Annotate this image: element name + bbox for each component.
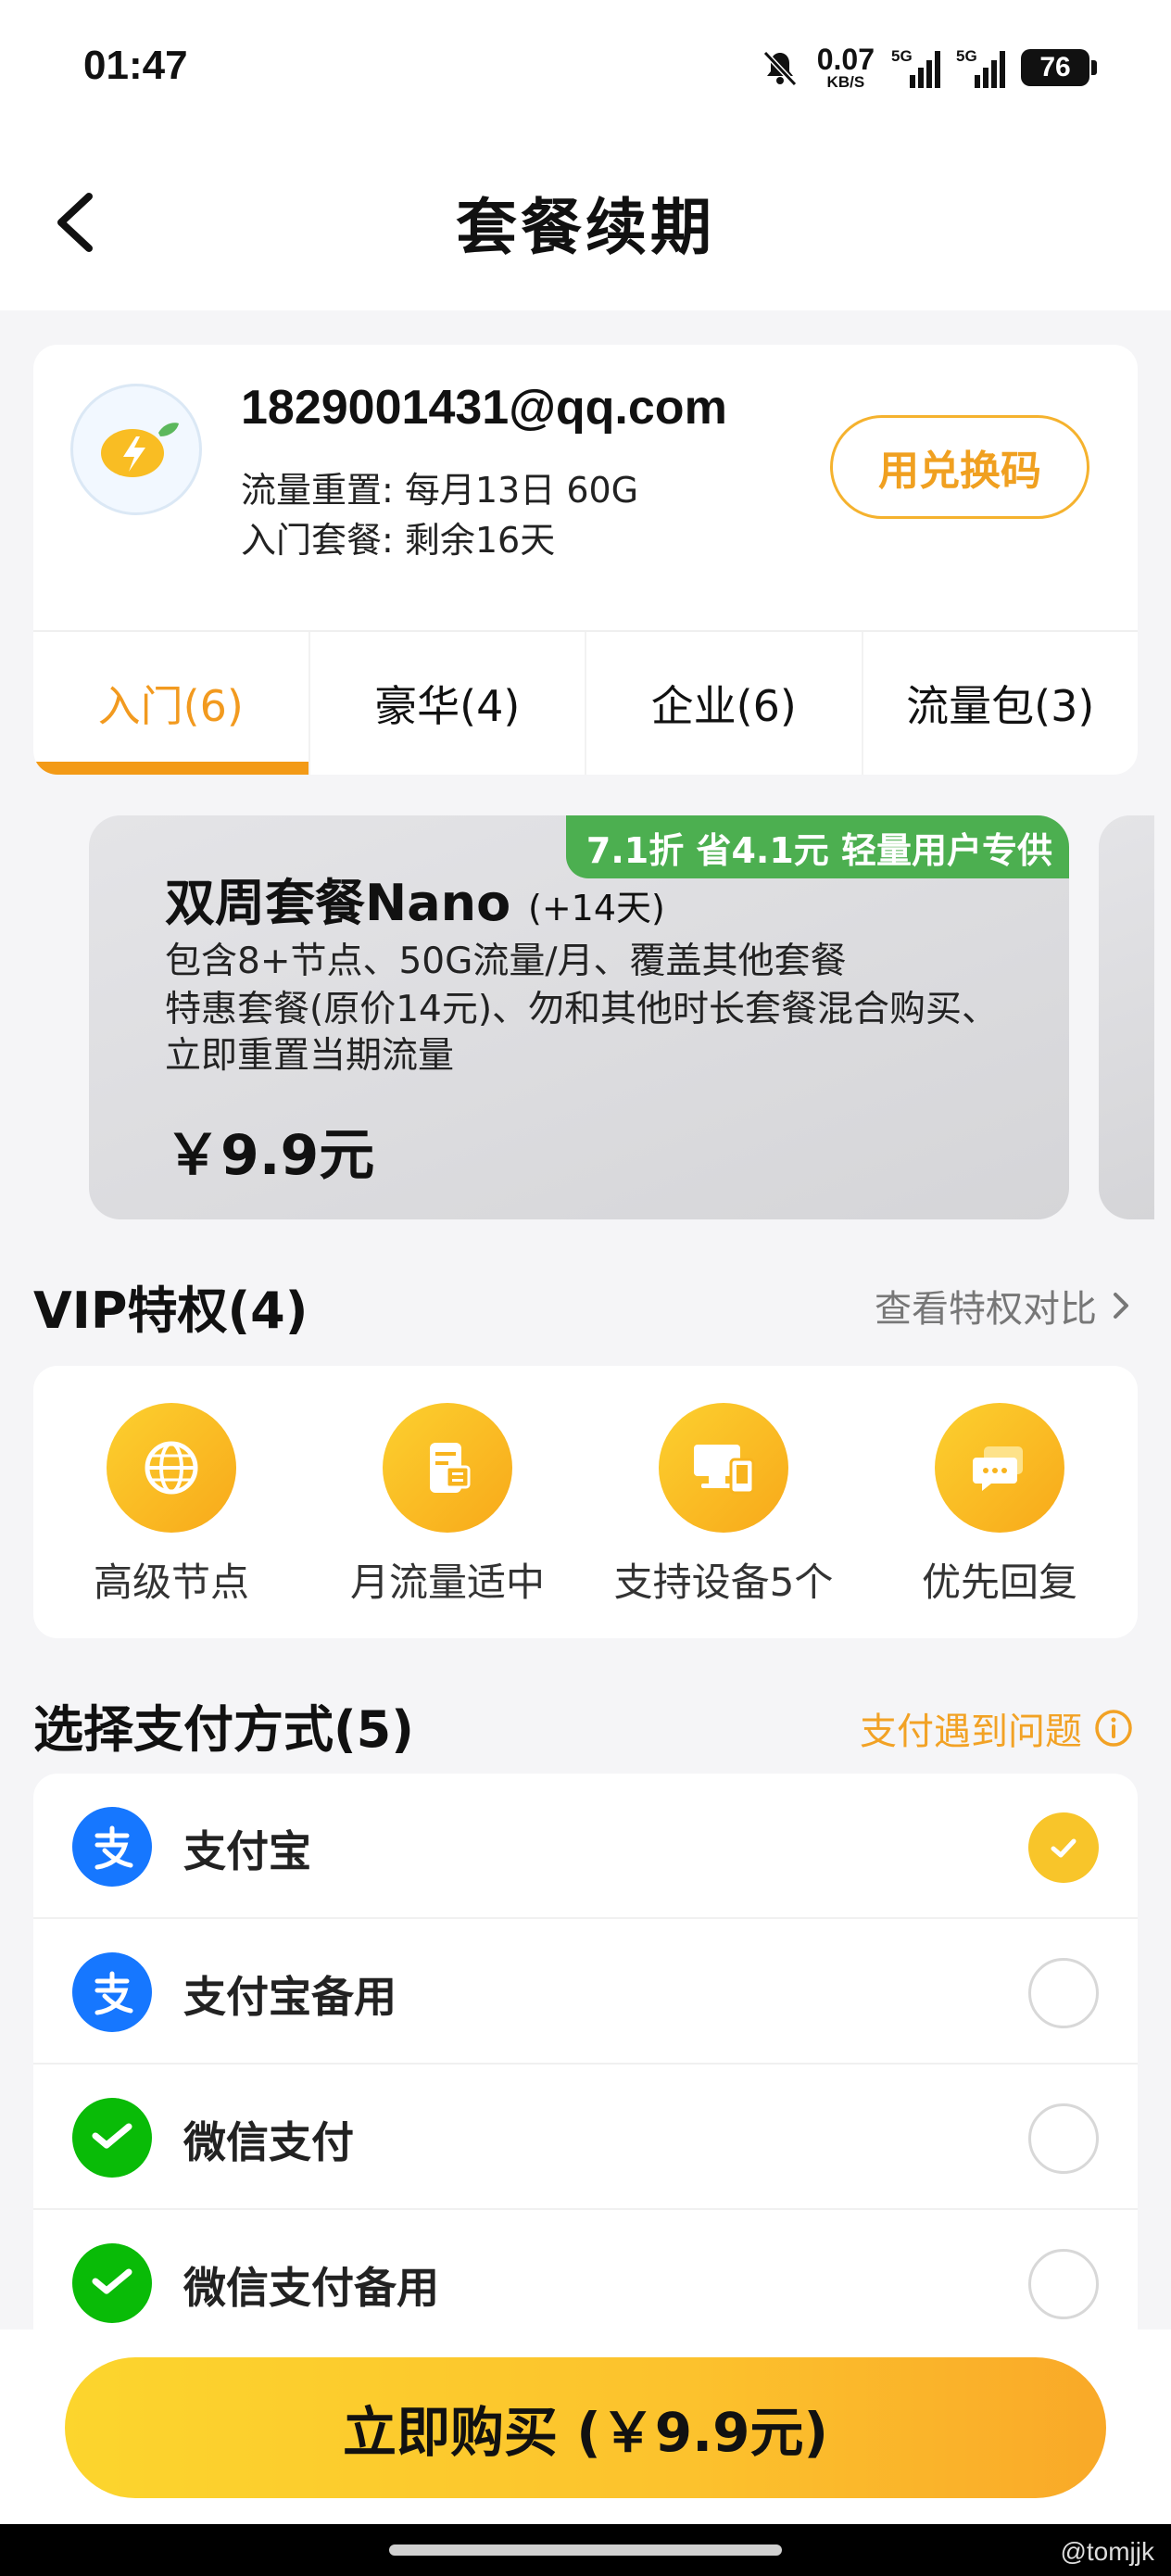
traffic-reset-info: 流量重置: 每月13日 60G xyxy=(241,470,639,511)
lemon-logo-icon xyxy=(101,423,179,477)
alipay-icon xyxy=(72,1807,152,1887)
status-time: 01:47 xyxy=(83,43,188,88)
network-speed: 0.07 KB/S xyxy=(817,44,875,90)
payment-help-label: 支付遇到问题 xyxy=(860,1711,1082,1753)
plan-card[interactable]: 7.1折 省4.1元 轻量用户专供 双周套餐Nano (+14天) 包含8+节点… xyxy=(89,815,1069,1219)
account-card: 1829001431@qq.com 流量重置: 每月13日 60G 入门套餐: … xyxy=(33,345,1138,775)
payment-option-label: 微信支付备用 xyxy=(183,2263,439,2313)
vip-item-label: 优先回复 xyxy=(921,1559,1077,1605)
payment-option-label: 支付宝 xyxy=(183,1826,311,1876)
info-icon xyxy=(1095,1710,1132,1747)
plan-name: 双周套餐Nano (+14天) xyxy=(165,862,665,935)
redeem-code-button[interactable]: 用兑换码 xyxy=(830,415,1089,519)
payment-help-link[interactable]: 支付遇到问题 xyxy=(860,1701,1134,1755)
signal-sim2-icon: 5G xyxy=(956,46,1005,88)
home-indicator[interactable] xyxy=(389,2544,782,2556)
plan-desc-line: 包含8+节点、50G流量/月、覆盖其他套餐 xyxy=(165,941,847,982)
network-speed-value: 0.07 xyxy=(816,43,875,76)
plan-desc-line: 特惠套餐(原价14元)、勿和其他时长套餐混合购买、 xyxy=(165,989,999,1030)
vip-compare-link[interactable]: 查看特权对比 xyxy=(875,1279,1134,1332)
payment-section-title: 选择支付方式(5) xyxy=(33,1700,414,1759)
vip-item-label: 月流量适中 xyxy=(349,1559,545,1605)
radio-unchecked[interactable] xyxy=(1028,2103,1099,2174)
next-plan-card-peek[interactable] xyxy=(1099,815,1154,1219)
buy-now-button[interactable]: 立即购买 (￥9.9元) xyxy=(65,2357,1106,2498)
alipay-icon xyxy=(72,1952,152,2032)
vip-compare-label: 查看特权对比 xyxy=(875,1288,1097,1331)
vip-section-title: VIP特权(4) xyxy=(33,1282,308,1340)
payment-option-alipay[interactable]: 支付宝 xyxy=(33,1774,1138,1919)
vip-item: 优先回复 xyxy=(862,1366,1138,1638)
tab-basic[interactable]: 入门(6) xyxy=(33,632,310,775)
mute-bell-icon xyxy=(762,50,797,86)
payment-methods-list: 支付宝 支付宝备用 微信支付 微信支付备用 xyxy=(33,1774,1138,2330)
plan-price: ￥9.9元 xyxy=(165,1123,375,1188)
watermark: @tomjjk xyxy=(1060,2537,1154,2566)
system-gesture-bar: @tomjjk xyxy=(0,2524,1171,2576)
status-bar: 01:47 0.07 KB/S 5G 5G 76 xyxy=(0,0,1171,139)
status-icons: 0.07 KB/S 5G 5G 76 xyxy=(760,44,1097,90)
nav-bar: 套餐续期 xyxy=(0,139,1171,310)
avatar xyxy=(70,384,202,515)
vip-privileges-card: 高级节点 月流量适中 支持设备5个 优先回复 xyxy=(33,1366,1138,1638)
plan-remaining-info: 入门套餐: 剩余16天 xyxy=(241,520,556,561)
wechat-pay-icon xyxy=(72,2243,152,2323)
sim1-network-type: 5G xyxy=(891,46,913,65)
sim2-network-type: 5G xyxy=(956,46,977,65)
vip-item: 支持设备5个 xyxy=(586,1366,862,1638)
bottom-action-bar: 立即购买 (￥9.9元) xyxy=(0,2330,1171,2524)
tab-data-pack[interactable]: 流量包(3) xyxy=(863,632,1139,775)
battery-icon: 76 xyxy=(1021,48,1097,86)
data-usage-icon xyxy=(383,1403,512,1533)
tab-enterprise[interactable]: 企业(6) xyxy=(586,632,863,775)
payment-option-label: 微信支付 xyxy=(183,2117,354,2167)
plan-duration: (+14天) xyxy=(528,888,665,928)
payment-option-alipay-backup[interactable]: 支付宝备用 xyxy=(33,1919,1138,2065)
radio-unchecked[interactable] xyxy=(1028,2249,1099,2319)
radio-unchecked[interactable] xyxy=(1028,1958,1099,2028)
tab-deluxe[interactable]: 豪华(4) xyxy=(310,632,586,775)
vip-item-label: 高级节点 xyxy=(93,1559,249,1605)
vip-item-label: 支持设备5个 xyxy=(613,1559,834,1605)
wechat-pay-icon xyxy=(72,2098,152,2178)
check-icon xyxy=(1051,1838,1077,1858)
page-title: 套餐续期 xyxy=(456,192,715,263)
plan-tabs: 入门(6) 豪华(4) 企业(6) 流量包(3) xyxy=(33,630,1138,775)
vip-item: 月流量适中 xyxy=(309,1366,586,1638)
network-speed-unit: KB/S xyxy=(826,73,865,91)
chevron-right-icon xyxy=(1114,1293,1128,1319)
radio-checked[interactable] xyxy=(1028,1812,1099,1883)
account-email: 1829001431@qq.com xyxy=(241,381,727,435)
payment-option-wechat[interactable]: 微信支付 xyxy=(33,2065,1138,2210)
signal-sim1-icon: 5G xyxy=(891,46,940,88)
devices-icon xyxy=(659,1403,788,1533)
payment-option-label: 支付宝备用 xyxy=(183,1972,397,2022)
plan-desc-line: 立即重置当期流量 xyxy=(165,1035,455,1077)
plan-name-text: 双周套餐Nano xyxy=(165,874,511,932)
payment-option-wechat-backup[interactable]: 微信支付备用 xyxy=(33,2210,1138,2330)
vip-item: 高级节点 xyxy=(33,1366,309,1638)
chat-icon xyxy=(935,1403,1064,1533)
globe-icon xyxy=(107,1403,236,1533)
